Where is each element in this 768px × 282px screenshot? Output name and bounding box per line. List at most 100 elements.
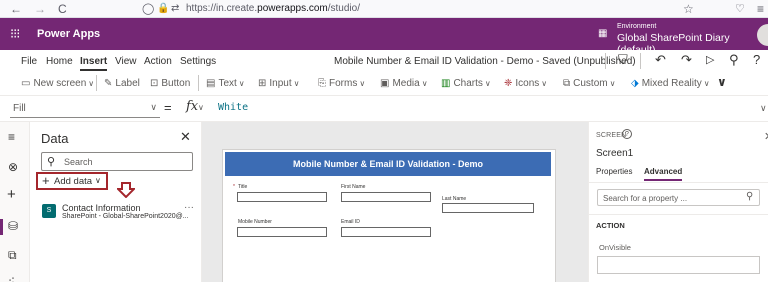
lock-icon: 🔒 xyxy=(157,3,170,14)
menu-settings[interactable]: Settings xyxy=(180,56,216,68)
ribbon-custom-label: Custom xyxy=(573,78,608,89)
ribbon-label[interactable]: ✎ Label xyxy=(104,78,140,90)
section-heading: ACTION xyxy=(596,221,625,230)
url-bar[interactable]: https://in.create.powerapps.com/studio/ xyxy=(186,2,360,16)
add-data-button[interactable]: + Add data ∨ xyxy=(36,172,108,190)
chevron-down-icon: ∨ xyxy=(421,79,428,88)
canvas-area: Mobile Number & Email ID Validation - De… xyxy=(202,122,588,282)
ribbon-more-chevron-icon[interactable]: ∨ xyxy=(717,76,727,88)
last-name-input[interactable] xyxy=(442,203,534,213)
search-icon: ⚲ xyxy=(47,156,56,168)
ribbon-divider xyxy=(198,75,199,91)
mixed-reality-icon: ⬗ xyxy=(631,78,639,89)
advanced-tools-icon[interactable]: ⁖ xyxy=(8,274,15,282)
custom-icon: ⧉ xyxy=(563,78,571,89)
ribbon-media[interactable]: ▣ Media ∨ xyxy=(380,78,428,90)
first-name-label[interactable]: First Name xyxy=(341,184,365,190)
chevron-down-icon[interactable]: ∨ xyxy=(198,103,204,112)
expand-formula-icon[interactable]: ∨ xyxy=(760,103,767,114)
share-icon[interactable]: ⚲ xyxy=(729,53,739,67)
document-title: Mobile Number & Email ID Validation - De… xyxy=(334,56,636,67)
mobile-number-input[interactable] xyxy=(237,227,327,237)
new-screen-icon: ▭ xyxy=(21,78,31,89)
ribbon-custom[interactable]: ⧉ Custom ∨ xyxy=(563,78,615,90)
url-domain: powerapps.com xyxy=(257,3,328,14)
divider xyxy=(589,182,768,183)
first-name-input[interactable] xyxy=(341,192,431,202)
insert-ribbon: ▭ New screen ∨ ✎ Label ⊡ Button ▤ Text ∨ ⊞ Inpu… xyxy=(0,72,768,96)
tree-view-icon[interactable]: ≡ xyxy=(8,130,15,144)
formula-input[interactable]: White xyxy=(218,102,248,113)
ribbon-forms[interactable]: ⎘ Forms ∨ xyxy=(318,78,365,90)
active-indicator xyxy=(0,219,3,235)
help-icon[interactable]: ? xyxy=(622,129,632,139)
panel-title: Data xyxy=(41,131,69,146)
more-options-icon[interactable]: ··· xyxy=(184,202,194,213)
ribbon-label-text: Label xyxy=(115,78,140,89)
ribbon-charts-label: Charts xyxy=(453,78,483,89)
last-name-label[interactable]: Last Name xyxy=(442,196,466,202)
ribbon-button[interactable]: ⊡ Button xyxy=(150,78,190,90)
tab-properties[interactable]: Properties xyxy=(596,167,632,176)
ribbon-charts[interactable]: ▥ Charts ∨ xyxy=(441,78,491,90)
onvisible-formula-input[interactable] xyxy=(597,256,760,274)
input-icon: ⊞ xyxy=(258,78,267,89)
insert-icon[interactable]: ⊗ xyxy=(8,160,18,174)
menu-bar: File Home Insert View Action Settings Mo… xyxy=(0,50,768,72)
title-label[interactable]: Title xyxy=(238,184,247,190)
reload-icon[interactable]: C xyxy=(58,1,67,17)
menu-home[interactable]: Home xyxy=(46,56,73,68)
connection-source: SharePoint - Global-SharePoint2020@... xyxy=(62,213,189,220)
pocket-icon[interactable]: ♡ xyxy=(735,1,745,17)
menu-file[interactable]: File xyxy=(21,56,37,68)
fx-icon[interactable]: fx xyxy=(186,99,198,114)
back-icon[interactable]: ← xyxy=(10,1,22,17)
menu-insert[interactable]: Insert xyxy=(80,56,108,71)
menu-view[interactable]: View xyxy=(115,56,137,68)
label-icon: ✎ xyxy=(104,78,113,89)
add-data-label: Add data xyxy=(54,176,93,187)
ribbon-input[interactable]: ⊞ Input ∨ xyxy=(258,78,300,90)
email-id-input[interactable] xyxy=(341,227,431,237)
close-icon[interactable]: ✕ xyxy=(180,129,191,145)
property-dropdown[interactable]: Fill ∨ xyxy=(10,100,160,118)
help-icon[interactable]: ? xyxy=(753,53,760,67)
app-name[interactable]: Power Apps xyxy=(37,27,100,41)
title-input[interactable] xyxy=(237,192,327,202)
mobile-number-label[interactable]: Mobile Number xyxy=(238,219,272,225)
property-label: OnVisible xyxy=(599,243,631,252)
ribbon-forms-label: Forms xyxy=(329,78,358,89)
close-icon[interactable]: ✕ xyxy=(764,130,768,143)
media-rail-icon[interactable]: ⧉ xyxy=(8,248,17,262)
ribbon-text[interactable]: ▤ Text ∨ xyxy=(206,78,245,90)
ribbon-mixed-reality[interactable]: ⬗ Mixed Reality ∨ xyxy=(631,78,710,90)
app-launcher-icon[interactable]: ⁝⁝⁝ xyxy=(10,27,20,41)
menu-icon[interactable]: ≡ xyxy=(757,1,764,17)
screen-canvas[interactable]: Mobile Number & Email ID Validation - De… xyxy=(222,149,556,282)
bookmark-star-icon[interactable]: ☆ xyxy=(683,1,694,17)
redo-icon[interactable]: ↷ xyxy=(681,53,692,67)
url-suffix: /studio/ xyxy=(327,3,360,14)
url-prefix: https://in.create. xyxy=(186,3,258,14)
annotation-arrow-icon xyxy=(117,182,135,198)
connection-name[interactable]: Contact Information xyxy=(62,203,141,213)
tab-advanced[interactable]: Advanced xyxy=(644,167,683,181)
app-checker-icon[interactable]: ⛉ xyxy=(618,53,628,67)
data-panel: Data ✕ ⚲ Search + Add data ∨ S Contact I… xyxy=(30,122,202,282)
data-icon[interactable]: ⛁ xyxy=(8,219,18,233)
ribbon-new-screen[interactable]: ▭ New screen ∨ xyxy=(21,78,94,90)
add-icon[interactable]: + xyxy=(7,187,16,202)
data-search-input[interactable]: ⚲ Search xyxy=(41,152,193,171)
menu-action[interactable]: Action xyxy=(144,56,172,68)
property-search-input[interactable]: Search for a property ... ⚲ xyxy=(597,189,760,206)
email-id-label[interactable]: Email ID xyxy=(341,219,360,225)
left-rail: ≡ ⊗ + ⛁ ⧉ ⁖ xyxy=(0,122,30,282)
ribbon-icons[interactable]: ❈ Icons ∨ xyxy=(504,78,547,90)
undo-icon[interactable]: ↶ xyxy=(655,53,666,67)
permissions-icon[interactable]: ⇄ xyxy=(171,1,179,17)
play-icon[interactable]: ▷ xyxy=(706,53,714,67)
toolbar-divider xyxy=(640,53,641,69)
screen-header[interactable]: Mobile Number & Email ID Validation - De… xyxy=(225,152,551,176)
control-name[interactable]: Screen1 xyxy=(596,148,633,159)
forward-icon[interactable]: → xyxy=(34,1,46,17)
